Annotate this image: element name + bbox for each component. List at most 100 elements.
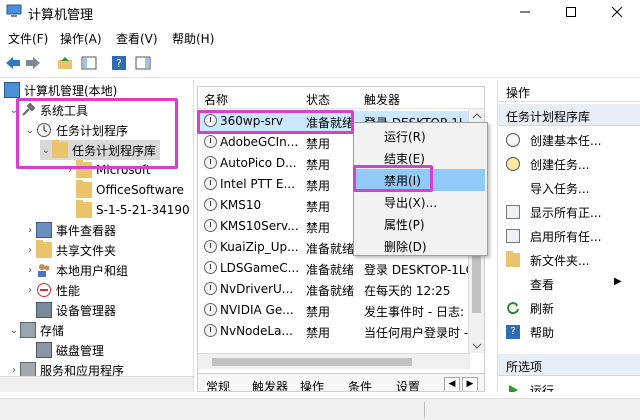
help-icon: ? [112,56,126,70]
menu-bar: 文件(F) 操作(A) 查看(V) 帮助(H) [0,28,640,48]
task-icon [204,114,217,127]
show-hide-tree-button[interactable] [80,55,98,71]
action-run[interactable]: 运行 [506,380,554,392]
chevron-down-icon[interactable]: ⌄ [24,125,36,136]
tree-node-label: 共享文件夹 [56,243,117,258]
tree-node-device-manager[interactable]: 设备管理器 [36,300,116,320]
context-disable[interactable]: 禁用(I) [384,172,421,189]
tab-general[interactable]: 常规 [204,378,233,391]
context-run[interactable]: 运行(R) [384,128,426,145]
computer-management-icon [4,82,20,98]
show-hide-action-pane-button[interactable] [134,55,152,71]
action-view[interactable]: 查看 ▶ [506,274,622,294]
close-button[interactable] [594,0,640,24]
table-row[interactable]: NVIDIA Ge... 禁用 发生事件时 - 日志: [198,300,470,320]
scrollbar-thumb[interactable] [212,358,412,366]
tree-node-microsoft[interactable]: › Microsoft [64,160,151,180]
tree-node-shared-folders[interactable]: › 共享文件夹 [24,240,116,260]
chevron-down-icon[interactable]: ⌄ [8,325,20,336]
tab-actions[interactable]: 操作 [300,378,324,391]
computer-management-window: 计算机管理 文件(F) 操作(A) 查看(V) 帮助(H) ? 计算机管理(本地… [0,0,640,420]
forward-button[interactable] [24,55,42,71]
tree-horizontal-scrollbar[interactable] [0,376,193,392]
tree-node-root[interactable]: 计算机管理(本地) [4,80,117,100]
create-basic-task-icon [506,133,520,147]
close-icon [611,6,623,18]
action-create-basic-task[interactable]: 创建基本任... [506,130,601,150]
chevron-right-icon[interactable]: › [8,365,20,376]
action-label: 帮助 [530,325,555,340]
context-end[interactable]: 结束(E) [384,150,425,167]
tree-node-disk-management[interactable]: 磁盘管理 [36,340,104,360]
scroll-up-icon[interactable] [470,111,484,121]
column-name[interactable]: 名称 [204,91,228,108]
minimize-button[interactable] [502,0,548,24]
tree-node-task-scheduler[interactable]: ⌄ 任务计划程序 [24,120,128,140]
action-refresh[interactable]: 刷新 [506,298,554,318]
chevron-down-icon[interactable]: ⌄ [40,145,52,156]
action-help[interactable]: ? 帮助 [506,322,554,342]
column-triggers[interactable]: 触发器 [364,91,400,108]
context-export[interactable]: 导出(X)... [384,194,437,211]
tree-node-sid[interactable]: S-1-5-21-34190 [76,200,190,220]
menu-action[interactable]: 操作(A) [60,30,102,47]
actions-section-library[interactable]: 任务计划程序库 [498,104,640,126]
action-label: 创建任务... [530,157,590,172]
task-name: Intel PTT E... [220,177,295,191]
task-trigger: 在每天的 12:25 [364,284,451,298]
actions-section-selected[interactable]: 所选项 [498,354,640,376]
view-icon [506,277,520,291]
action-import-task[interactable]: 导入任务... [506,178,589,198]
action-label: 创建基本任... [530,133,602,148]
chevron-right-icon[interactable]: › [24,225,36,236]
menu-help[interactable]: 帮助(H) [172,30,214,47]
context-delete[interactable]: 删除(D) [384,238,427,255]
tree-node-label: 本地用户和组 [56,263,129,278]
task-name: NvNodeLa... [220,324,293,338]
help-button[interactable]: ? [110,55,128,71]
tab-settings[interactable]: 设置 [396,378,420,391]
task-icon [204,177,217,190]
action-display-running[interactable]: 显示所有正... [506,202,601,222]
table-row[interactable]: LDSGameC... 准备就绪 登录 DESKTOP-1LC [198,258,472,278]
tree-node-system-tools[interactable]: ⌄ 系统工具 [8,100,88,120]
column-header: 名称 状态 触发器 [198,87,484,109]
context-properties[interactable]: 属性(P) [384,216,425,233]
tab-conditions[interactable]: 条件 [348,378,372,391]
chevron-right-icon[interactable]: › [24,285,36,296]
tree-node-performance[interactable]: › 性能 [24,280,80,300]
table-row[interactable]: NvNodeLa... 禁用 当任何用户登录时 - [198,321,470,341]
menu-file[interactable]: 文件(F) [8,30,48,47]
tab-scroll-left-button[interactable]: ◀ [444,377,460,391]
task-icon [204,240,217,253]
chevron-down-icon[interactable]: ⌄ [8,105,20,116]
task-name: AdobeGCIn... [220,135,298,149]
tab-scroll-right-button[interactable]: ▶ [462,377,478,391]
back-button[interactable] [4,55,22,71]
action-create-task[interactable]: 创建任务... [506,154,589,174]
tree-node-local-users[interactable]: › 本地用户和组 [24,260,128,280]
action-label: 查看 [530,277,555,292]
chevron-right-icon[interactable]: › [24,245,36,256]
chevron-right-icon[interactable]: › [64,165,76,176]
tree-node-storage[interactable]: ⌄ 存储 [8,320,64,340]
tree-node-event-viewer[interactable]: › 事件查看器 [24,220,116,240]
tab-triggers[interactable]: 触发器 [252,378,288,391]
tree-node-label: 存储 [40,323,65,338]
table-row[interactable]: NvDriverU... 准备就绪 在每天的 12:25 [198,279,470,299]
maximize-button[interactable] [548,0,594,24]
folder-icon [76,160,92,178]
action-new-folder[interactable]: 新文件夹... [506,250,589,270]
action-enable-history[interactable]: 启用所有任... [506,226,601,246]
column-status[interactable]: 状态 [306,91,330,108]
up-folder-button[interactable] [56,55,74,71]
tree-node-officesoftware[interactable]: OfficeSoftware [76,180,184,200]
task-list-horizontal-scrollbar[interactable] [198,353,470,369]
task-name: 360wp-srv [220,114,283,128]
chevron-right-icon[interactable]: › [24,265,36,276]
task-icon [204,324,217,337]
tree-node-task-scheduler-library[interactable]: ⌄ 任务计划程序库 [40,140,161,160]
scroll-down-icon[interactable] [470,341,484,351]
menu-view[interactable]: 查看(V) [116,30,158,47]
task-name: KMS10Serv... [220,219,298,233]
